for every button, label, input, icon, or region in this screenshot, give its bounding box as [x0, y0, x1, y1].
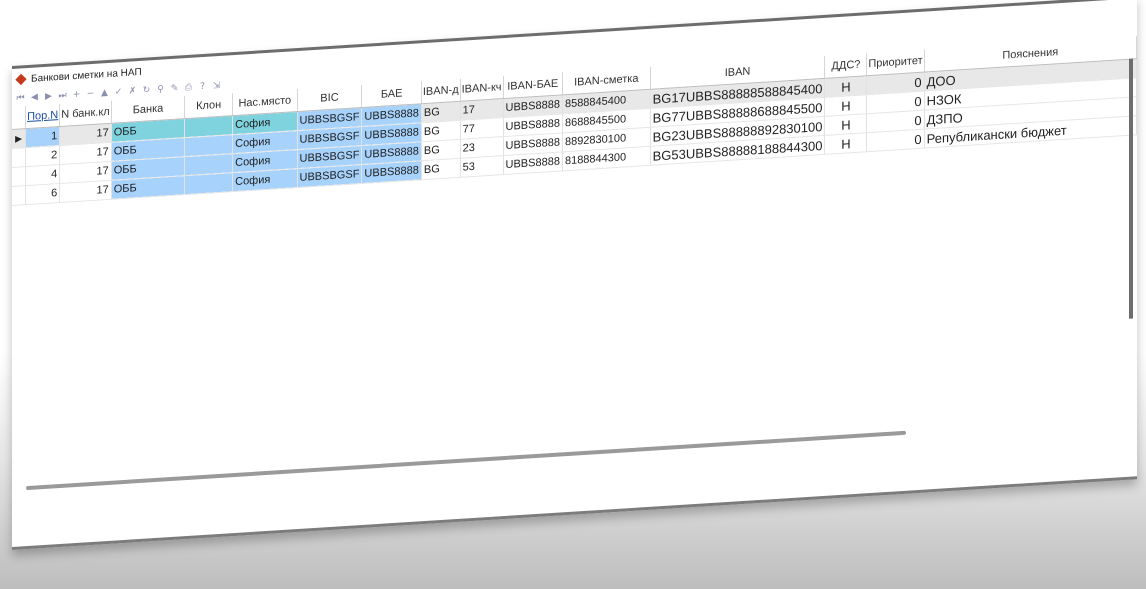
edit-icon[interactable]: ▲ [100, 88, 109, 99]
cell-bank-code[interactable]: 17 [59, 180, 112, 203]
prev-icon[interactable]: ◀ [30, 92, 39, 103]
indicator-header [12, 106, 26, 130]
export-icon[interactable]: ⇲ [212, 81, 221, 92]
col-header[interactable]: Клон [184, 93, 233, 119]
cell-bae[interactable]: UBBS8888 [361, 160, 422, 184]
col-header[interactable]: N банк.кл [59, 100, 112, 127]
help-icon[interactable]: ? [198, 82, 207, 93]
col-header[interactable]: ДДС? [824, 53, 867, 79]
first-icon[interactable]: ⏮ [16, 93, 25, 104]
col-header[interactable]: Пор.N [25, 103, 60, 129]
app-window: Банкови сметки на НАП ⏮ ◀ ▶ ⏭ + − ▲ ✓ ✗ … [12, 0, 1137, 550]
cell-iban-d[interactable]: BG [421, 120, 461, 142]
horizontal-scrollbar[interactable] [26, 430, 906, 491]
cell-branch[interactable] [184, 172, 233, 195]
cell-iban-acc[interactable]: 8188844300 [562, 146, 651, 171]
cell-n[interactable]: 6 [25, 183, 60, 205]
tool-icon[interactable]: ✎ [170, 83, 179, 94]
cell-bic[interactable]: UBBSBGSF [297, 164, 362, 188]
cell-iban-d[interactable]: BG [421, 101, 461, 123]
cell-n[interactable]: 2 [25, 145, 60, 167]
row-indicator [12, 185, 26, 206]
cancel-icon[interactable]: ✗ [128, 86, 137, 97]
cell-n[interactable]: 4 [25, 164, 60, 186]
cell-place[interactable]: София [232, 168, 298, 192]
cell-iban-d[interactable]: BG [421, 139, 461, 161]
cell-iban-kch[interactable]: 53 [460, 155, 504, 178]
cell-bank[interactable]: ОББ [111, 175, 185, 200]
insert-icon[interactable]: + [72, 90, 81, 101]
col-header[interactable]: IBAN-д [421, 78, 461, 104]
filter-icon[interactable]: ⚲ [156, 84, 165, 95]
delete-icon[interactable]: − [86, 89, 95, 100]
row-indicator-icon: ▶ [12, 128, 26, 149]
cell-iban-d[interactable]: BG [421, 158, 461, 180]
last-icon[interactable]: ⏭ [58, 91, 67, 102]
row-indicator [12, 147, 26, 168]
col-header[interactable]: IBAN-кч [460, 76, 504, 102]
app-icon [15, 73, 27, 86]
cell-iban-bae[interactable]: UBBS8888 [503, 151, 563, 175]
cell-priority[interactable]: 0 [866, 129, 925, 152]
next-icon[interactable]: ▶ [44, 91, 53, 102]
vertical-scrollbar[interactable] [1129, 58, 1133, 319]
cell-n[interactable]: 1 [25, 126, 60, 148]
cell-vat[interactable]: Н [824, 132, 867, 155]
row-indicator [12, 166, 26, 187]
refresh-icon[interactable]: ↻ [142, 85, 151, 96]
print-icon[interactable]: ⎙ [184, 83, 193, 94]
post-icon[interactable]: ✓ [114, 87, 123, 98]
window-title: Банкови сметки на НАП [31, 66, 142, 85]
